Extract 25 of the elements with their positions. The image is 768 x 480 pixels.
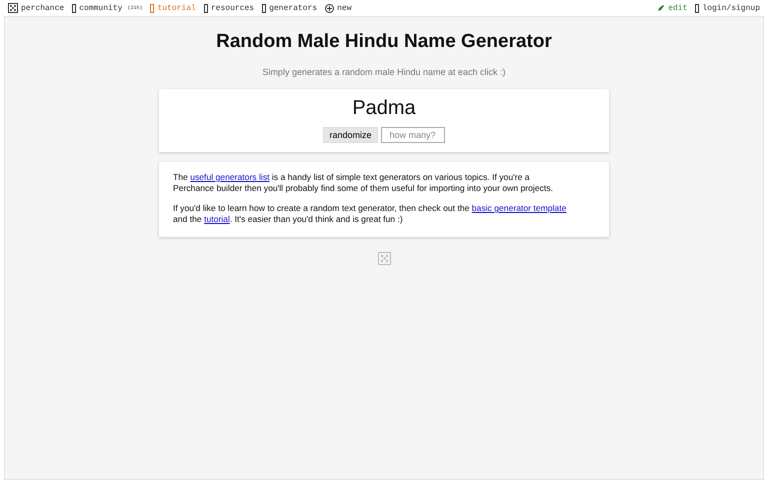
nav-link[interactable]: edit: [657, 4, 688, 12]
box-icon: [204, 4, 208, 12]
dice-icon: [378, 252, 390, 265]
generated-name: Padma: [352, 97, 416, 120]
nav-link[interactable]: perchance: [8, 3, 64, 13]
info-paragraph: If you'd like to learn how to create a random text generator, then check out the basic generator template and the tutorial. It's easier than you'd think and is great fun :): [173, 203, 568, 225]
nav-link[interactable]: generators: [262, 4, 318, 12]
info-paragraph: The useful generators list is a handy list of simple text generators on various topics. If you're a Perchance builder then you'll probably find some of them useful for importing into your own projects.: [173, 172, 554, 194]
dice-icon: [8, 3, 18, 13]
nav-link[interactable]: resources: [204, 4, 254, 12]
box-icon: [150, 4, 154, 12]
randomize-button[interactable]: randomize: [323, 127, 378, 143]
nav-link[interactable]: new: [325, 4, 352, 12]
text-link[interactable]: basic generator template: [472, 203, 566, 213]
text-link[interactable]: useful generators list: [190, 172, 270, 182]
subtitle: Simply generates a random male Hindu name at each click :): [262, 67, 506, 77]
box-icon: [72, 4, 76, 12]
plus-icon: [325, 4, 334, 12]
text-link[interactable]: tutorial: [204, 214, 230, 224]
box-icon: [262, 4, 266, 12]
page-title: Random Male Hindu Name Generator: [216, 31, 552, 53]
pencil-icon: [657, 4, 666, 12]
box-icon: [695, 4, 700, 12]
nav-link[interactable]: login/signup: [695, 4, 760, 12]
count-field[interactable]: how many?: [380, 127, 445, 143]
